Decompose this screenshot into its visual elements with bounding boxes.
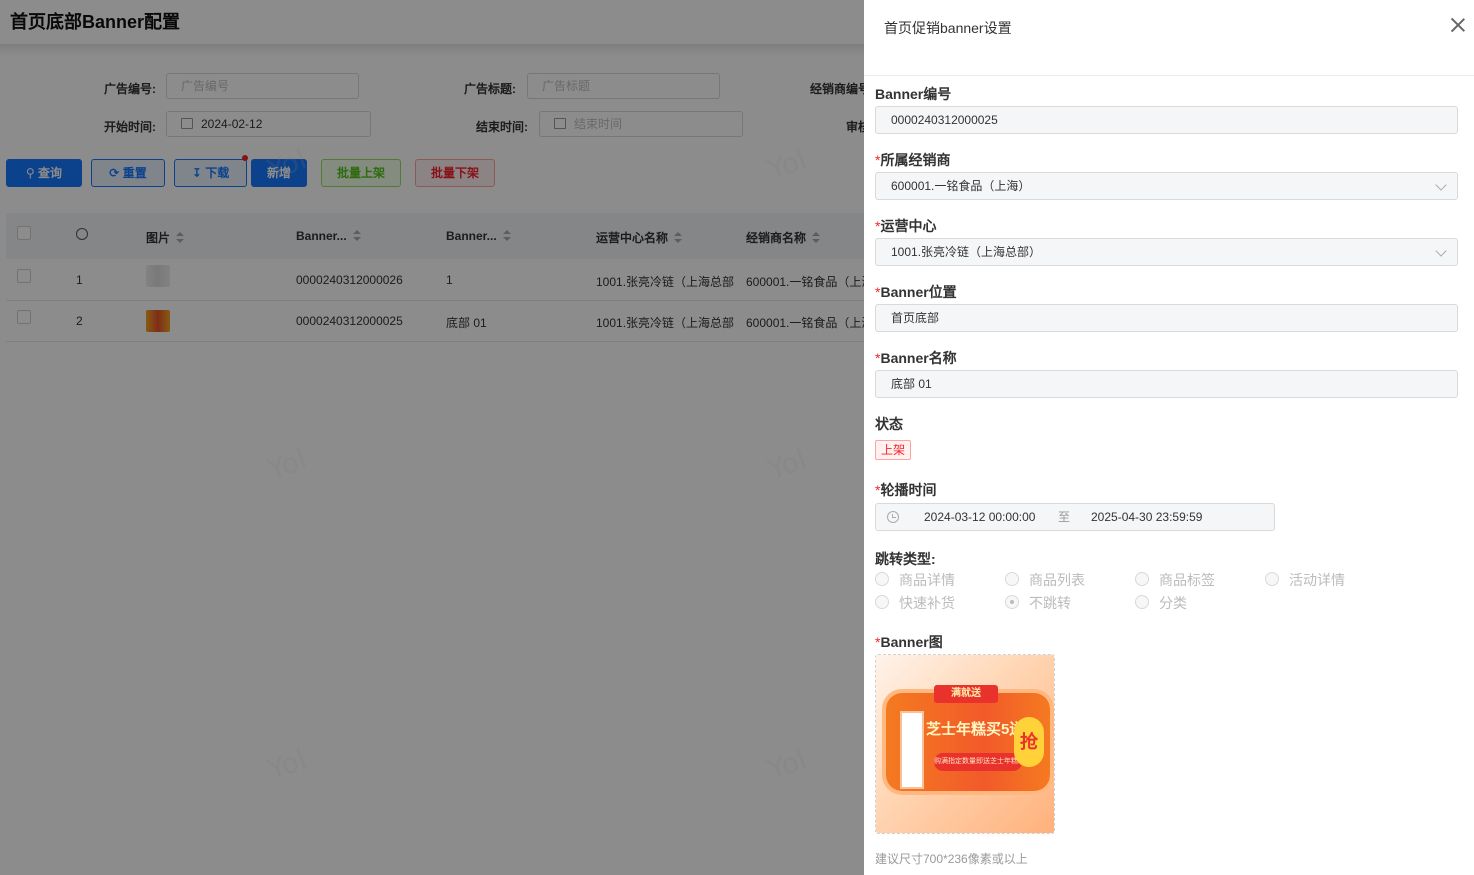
position-label: *Banner位置 <box>875 284 957 300</box>
dealer-label: *所属经销商 <box>875 152 951 168</box>
banner-image-upload[interactable]: 满就送 芝士年糕买5送1 购满指定数量即送芝士年糕1袋 抢 <box>875 654 1055 834</box>
time-separator: 至 <box>1058 510 1071 524</box>
time-label: *轮播时间 <box>875 482 937 498</box>
time-range-picker[interactable]: 2024-03-12 00:00:00 至 2025-04-30 23:59:5… <box>875 503 1275 531</box>
chevron-down-icon <box>1435 179 1447 191</box>
jump-type-label: 跳转类型: <box>875 551 936 567</box>
clock-icon <box>887 511 899 523</box>
status-label: 状态 <box>875 416 903 432</box>
close-icon[interactable] <box>1450 17 1466 33</box>
grab-badge: 抢 <box>1014 717 1044 767</box>
position-field[interactable]: 首页底部 <box>875 304 1458 332</box>
time-end: 2025-04-30 23:59:59 <box>1091 510 1203 524</box>
upload-hint: 建议尺寸700*236像素或以上 <box>875 852 1028 866</box>
dealer-select[interactable]: 600001.一铭食品（上海） <box>875 172 1458 200</box>
banner-image-label: *Banner图 <box>875 634 943 650</box>
modal-mask[interactable] <box>0 0 864 875</box>
drawer-divider <box>864 75 1474 76</box>
banner-settings-drawer: 首页促销banner设置 Banner编号 0000240312000025 *… <box>864 0 1474 875</box>
banner-image-sub-text: 购满指定数量即送芝士年糕1袋 <box>934 753 1022 771</box>
time-start: 2024-03-12 00:00:00 <box>924 510 1036 524</box>
banner-image-main-text: 芝士年糕买5送1 <box>926 721 1022 738</box>
banner-no-field[interactable]: 0000240312000025 <box>875 106 1458 134</box>
status-badge: 上架 <box>875 440 912 460</box>
product-package-image <box>900 711 924 789</box>
banner-image-tag: 满就送 <box>934 685 998 703</box>
chevron-down-icon <box>1435 245 1447 257</box>
center-select[interactable]: 1001.张亮冷链（上海总部） <box>875 238 1458 266</box>
center-label: *运营中心 <box>875 218 937 234</box>
name-label: *Banner名称 <box>875 350 957 366</box>
drawer-title: 首页促销banner设置 <box>884 20 1012 36</box>
banner-no-label: Banner编号 <box>875 86 952 102</box>
name-field[interactable]: 底部 01 <box>875 370 1458 398</box>
